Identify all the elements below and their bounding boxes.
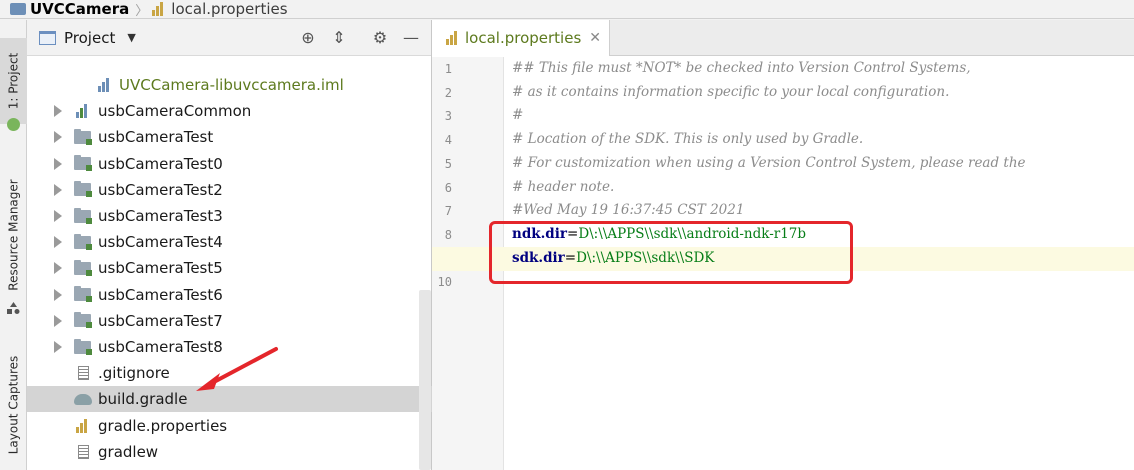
tree-item-gradle-properties[interactable]: gradle.properties: [27, 413, 432, 439]
expand-arrow-icon[interactable]: [54, 157, 62, 170]
shapes-icon: [7, 302, 20, 314]
gear-icon[interactable]: ⚙: [371, 29, 389, 47]
tree-item-label: usbCameraTest2: [98, 180, 223, 199]
project-view-icon: [39, 30, 56, 45]
navigation-breadcrumb: UVCCamera 〉 local.properties: [0, 0, 1134, 19]
module-folder-icon: [74, 312, 92, 329]
tree-item-label: usbCameraTest7: [98, 311, 223, 330]
tree-item-label: gradlew: [98, 442, 159, 461]
module-folder-icon: [74, 233, 92, 250]
tree-item-label: usbCameraTest5: [98, 259, 223, 278]
expand-arrow-icon[interactable]: [54, 341, 62, 353]
tree-item-label: usbCameraTest0: [98, 154, 223, 173]
project-panel: Project ▼ ⊕ ⇕ ⚙ — UVCCamera-libuvccamera…: [27, 20, 432, 470]
breadcrumb-file-label: local.properties: [171, 0, 288, 18]
expand-arrow-icon[interactable]: [54, 262, 62, 275]
module-folder-icon: [74, 207, 92, 224]
project-tool-tab[interactable]: 1: Project: [0, 38, 27, 124]
tree-item-label: build.gradle: [98, 390, 188, 409]
module-folder-icon: [74, 155, 92, 172]
comment-line: # as it contains information specific to…: [512, 83, 950, 100]
module-folder-icon: [74, 259, 92, 276]
tree-item-usbcameratest5[interactable]: usbCameraTest5: [27, 255, 432, 281]
module-folder-icon: [74, 338, 92, 355]
comment-line: #: [512, 107, 524, 124]
layout-captures-tab-label: Layout Captures: [6, 355, 21, 455]
annotation-arrow-icon: [196, 347, 278, 391]
expand-arrow-icon[interactable]: [54, 210, 62, 222]
library-module-icon: [76, 104, 90, 119]
expand-arrow-icon[interactable]: [54, 236, 62, 249]
tree-item-label: UVCCamera-libuvccamera.iml: [119, 76, 344, 94]
android-icon: [7, 118, 20, 131]
comment-line: # For customization when using a Version…: [512, 154, 1026, 171]
tree-item-label: usbCameraTest3: [98, 207, 223, 225]
breadcrumb-project-label: UVCCamera: [30, 0, 130, 18]
module-folder-icon: [74, 128, 92, 145]
module-folder-icon: [74, 286, 92, 303]
comment-line: # Location of the SDK. This is only used…: [512, 131, 864, 148]
tree-item-gradlew[interactable]: gradlew: [27, 439, 432, 465]
tree-item-usbcameratest2[interactable]: usbCameraTest2: [27, 177, 432, 203]
folder-icon: [10, 3, 26, 15]
locate-icon[interactable]: ⊕: [299, 29, 317, 47]
tree-item-usbcameratest[interactable]: usbCameraTest: [27, 124, 432, 150]
tree-item-label: .gitignore: [98, 364, 170, 383]
resource-manager-tab-label: Resource Manager: [6, 179, 21, 291]
tree-item-gradlew-bat[interactable]: gradlew.bat: [27, 465, 432, 470]
chevron-right-icon: 〉: [135, 3, 149, 19]
tree-item-label: gradle.properties: [98, 416, 228, 435]
comment-line: # header note.: [512, 178, 615, 195]
breadcrumb-project[interactable]: UVCCamera: [0, 0, 129, 18]
tree-item-label: usbCameraTest6: [98, 285, 223, 304]
tool-window-strip: 1: Project Resource Manager Layout Captu…: [0, 20, 27, 470]
tree-item-label: usbCameraTest: [98, 128, 214, 147]
tree-item-uvccamera-libuvccamera-iml[interactable]: UVCCamera-libuvccamera.iml: [27, 72, 432, 98]
gradle-elephant-icon: [74, 393, 92, 405]
expand-arrow-icon[interactable]: [54, 183, 62, 196]
highlight-box: [489, 221, 853, 284]
resource-manager-tab[interactable]: Resource Manager: [0, 170, 27, 300]
breadcrumb-file[interactable]: local.properties: [152, 0, 288, 18]
text-file-icon: [78, 444, 89, 459]
expand-arrow-icon[interactable]: [54, 131, 62, 144]
code-line[interactable]: [432, 104, 1134, 128]
tree-item-usbcameratest4[interactable]: usbCameraTest4: [27, 229, 432, 255]
iml-file-icon: [98, 78, 112, 92]
tree-item-label: usbCameraTest4: [98, 233, 223, 252]
tree-item-usbcameracommon[interactable]: usbCameraCommon: [27, 98, 432, 124]
tab-local-properties-label: local.properties: [465, 29, 582, 47]
text-file-icon: [78, 366, 89, 381]
chevron-down-icon[interactable]: ▼: [127, 31, 135, 44]
close-icon[interactable]: ✕: [589, 30, 601, 46]
tree-item-usbcameratest3[interactable]: usbCameraTest3: [27, 203, 432, 229]
properties-file-icon: [446, 31, 460, 45]
editor-tabs: local.properties ✕: [432, 20, 1134, 56]
properties-file-icon: [76, 418, 90, 433]
expand-arrow-icon[interactable]: [54, 105, 62, 118]
tree-item-label: usbCameraCommon: [98, 102, 252, 121]
project-panel-header: Project ▼ ⊕ ⇕ ⚙ —: [27, 20, 431, 56]
tab-local-properties[interactable]: local.properties ✕: [432, 20, 610, 56]
collapse-all-icon[interactable]: ⇕: [330, 29, 348, 47]
scrollbar[interactable]: [419, 290, 431, 470]
tree-item-usbcameratest0[interactable]: usbCameraTest0: [27, 151, 432, 177]
layout-captures-tab[interactable]: Layout Captures: [0, 345, 27, 465]
tree-item-usbcameratest6[interactable]: usbCameraTest6: [27, 282, 432, 308]
expand-arrow-icon[interactable]: [54, 288, 62, 301]
module-folder-icon: [74, 181, 92, 198]
tree-item-usbcameratest7[interactable]: usbCameraTest7: [27, 308, 432, 334]
comment-line: #Wed May 19 16:37:45 CST 2021: [512, 202, 745, 219]
properties-file-icon: [152, 2, 166, 16]
hide-panel-icon[interactable]: —: [402, 29, 420, 47]
project-tool-tab-label: 1: Project: [6, 52, 21, 110]
comment-line: ## This file must *NOT* be checked into …: [512, 60, 971, 76]
project-view-selector[interactable]: Project: [64, 29, 115, 47]
expand-arrow-icon[interactable]: [54, 314, 62, 327]
